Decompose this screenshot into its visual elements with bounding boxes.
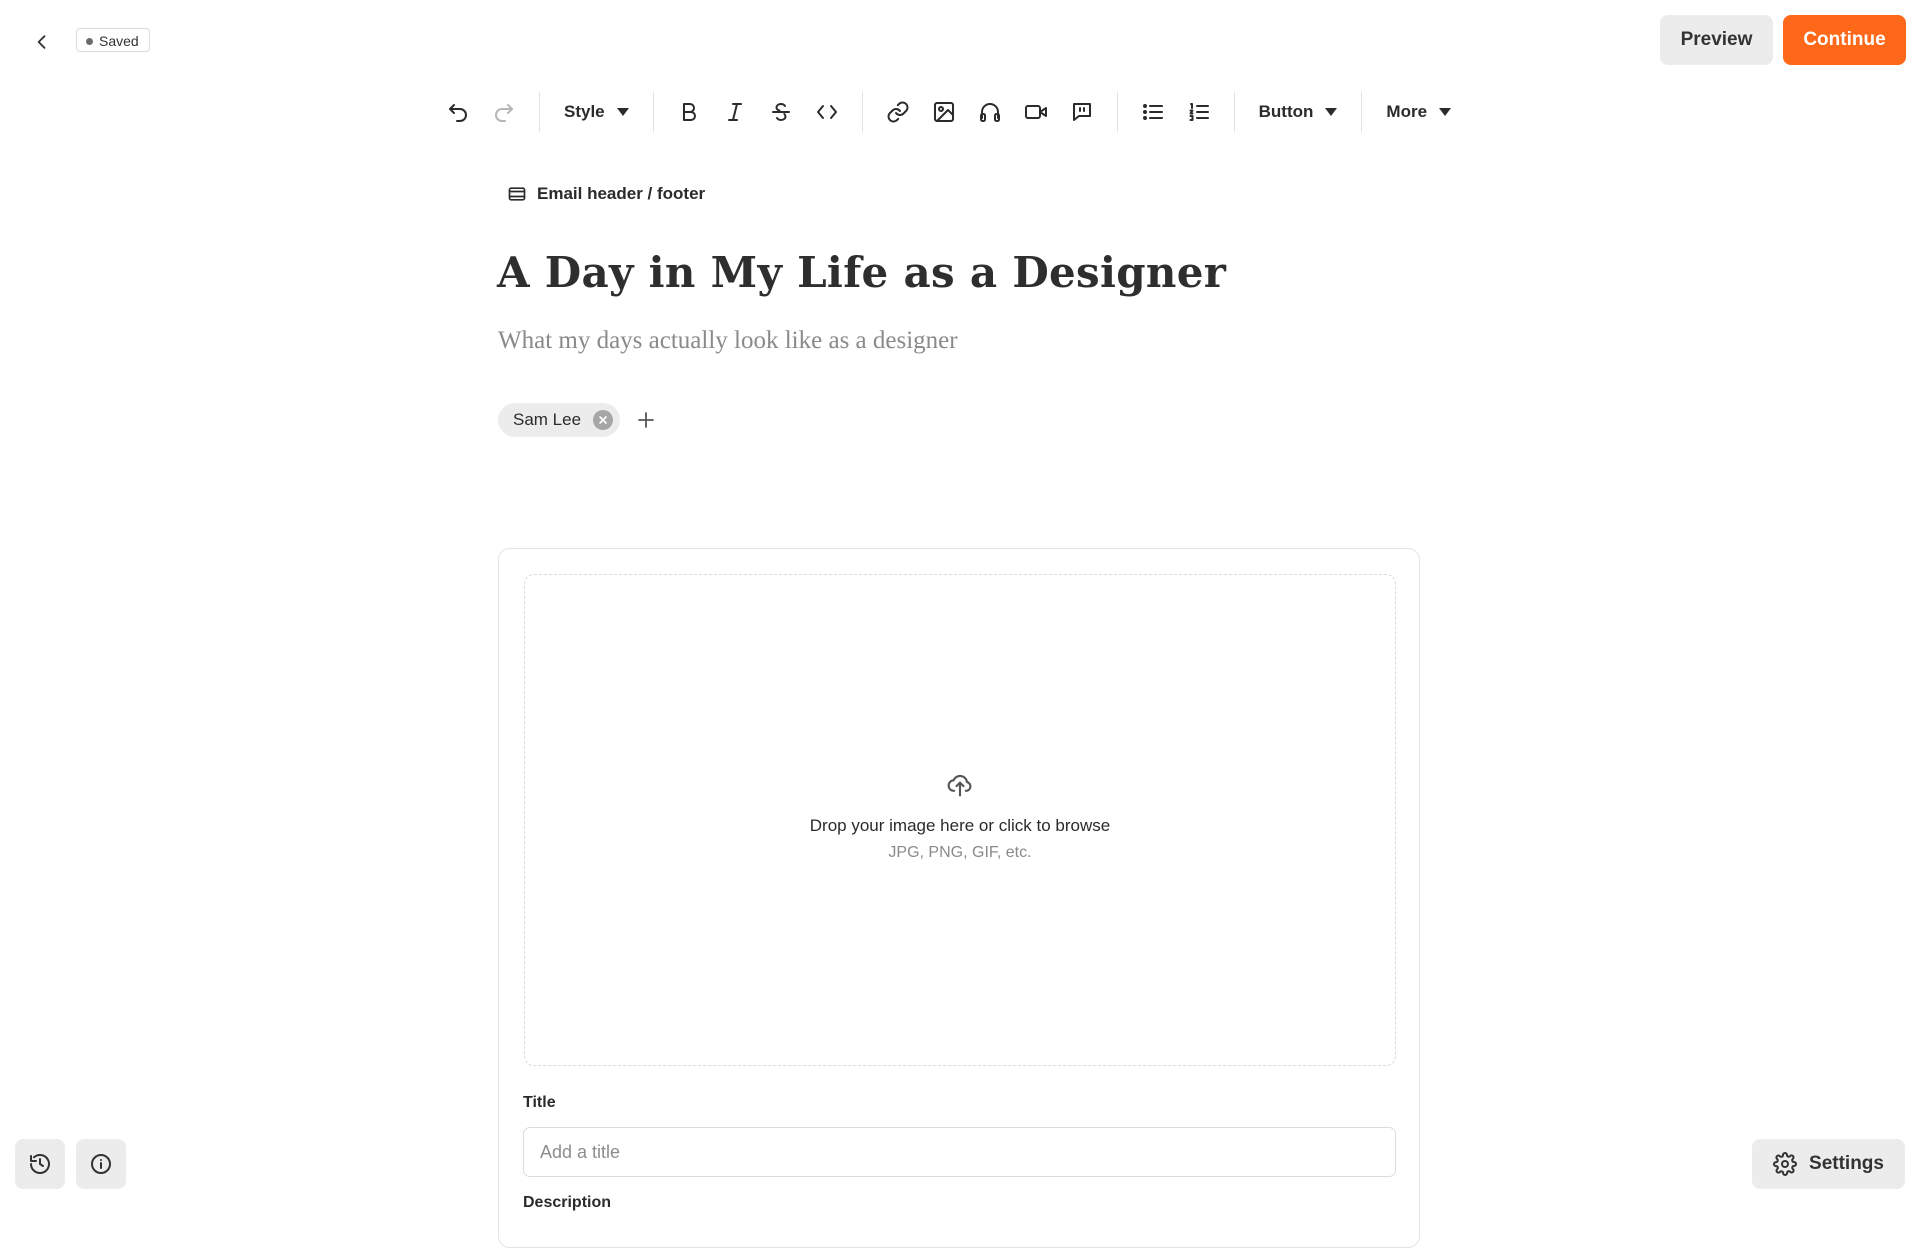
close-icon (599, 416, 607, 424)
video-icon (1024, 105, 1047, 119)
image-button[interactable] (921, 92, 967, 132)
quote-comment-icon (1072, 103, 1091, 121)
button-dropdown-label: Button (1258, 102, 1314, 121)
redo-button[interactable] (481, 92, 527, 132)
editor-toolbar: Style Button More (435, 92, 1463, 132)
toolbar-divider (861, 92, 863, 132)
undo-button[interactable] (435, 92, 481, 132)
bullet-list-icon (1142, 104, 1163, 120)
strikethrough-icon (771, 103, 790, 121)
plus-icon (638, 412, 654, 428)
bullet-list-button[interactable] (1130, 92, 1176, 132)
chevron-left-icon (37, 35, 46, 49)
strikethrough-button[interactable] (758, 92, 804, 132)
history-button[interactable] (15, 1139, 65, 1189)
redo-icon (495, 104, 513, 122)
post-subtitle[interactable]: What my days actually look like as a des… (498, 327, 958, 355)
more-dropdown-label: More (1386, 102, 1428, 121)
info-icon (91, 1154, 111, 1174)
author-chip: Sam Lee (498, 403, 621, 437)
caret-down-icon (1439, 108, 1452, 116)
toolbar-divider (1361, 92, 1363, 132)
italic-button[interactable] (712, 92, 758, 132)
upload-cloud-icon (946, 771, 974, 799)
numbered-list-icon (1189, 103, 1209, 121)
toolbar-divider (1116, 92, 1118, 132)
dropzone-formats: JPG, PNG, GIF, etc. (888, 844, 1032, 861)
code-button[interactable] (804, 92, 850, 132)
caret-down-icon (616, 108, 629, 116)
style-dropdown[interactable]: Style (552, 92, 641, 132)
email-header-footer-label: Email header / footer (537, 184, 706, 203)
toolbar-divider (539, 92, 540, 132)
saved-status-badge: Saved (76, 28, 150, 52)
email-layout-icon (508, 187, 526, 201)
toolbar-divider (1233, 92, 1235, 132)
image-description-label: Description (523, 1194, 612, 1211)
button-dropdown[interactable]: Button (1247, 92, 1350, 132)
audio-icon (979, 103, 1000, 122)
post-title[interactable]: A Day in My Life as a Designer (497, 248, 1226, 297)
audio-button[interactable] (967, 92, 1013, 132)
settings-button[interactable]: Settings (1752, 1139, 1905, 1189)
code-icon (816, 105, 837, 119)
info-button[interactable] (76, 1139, 126, 1189)
saved-status-label: Saved (99, 33, 139, 49)
email-header-footer-link[interactable]: Email header / footer (507, 181, 705, 207)
more-dropdown[interactable]: More (1374, 92, 1463, 132)
back-button[interactable] (24, 24, 60, 60)
undo-icon (449, 104, 467, 122)
link-button[interactable] (875, 92, 921, 132)
history-icon (30, 1154, 50, 1174)
pull-quote-button[interactable] (1059, 92, 1105, 132)
preview-button[interactable]: Preview (1660, 15, 1773, 65)
status-dot (86, 38, 93, 45)
italic-icon (727, 103, 742, 121)
image-title-label: Title (523, 1094, 556, 1111)
style-dropdown-label: Style (564, 102, 605, 121)
dropzone-instructions: Drop your image here or click to browse (809, 816, 1111, 835)
add-author-button[interactable] (632, 406, 660, 434)
author-name: Sam Lee (513, 410, 582, 429)
gear-icon (1773, 1152, 1797, 1176)
bold-button[interactable] (666, 92, 712, 132)
toolbar-divider (652, 92, 654, 132)
video-button[interactable] (1013, 92, 1059, 132)
image-icon (933, 102, 954, 122)
image-title-input[interactable] (523, 1127, 1396, 1177)
remove-author-button[interactable] (593, 410, 614, 430)
settings-label: Settings (1809, 1153, 1884, 1174)
continue-button[interactable]: Continue (1783, 15, 1906, 65)
link-icon (887, 101, 909, 123)
bold-icon (682, 103, 696, 121)
numbered-list-button[interactable] (1176, 92, 1222, 132)
caret-down-icon (1325, 108, 1338, 116)
